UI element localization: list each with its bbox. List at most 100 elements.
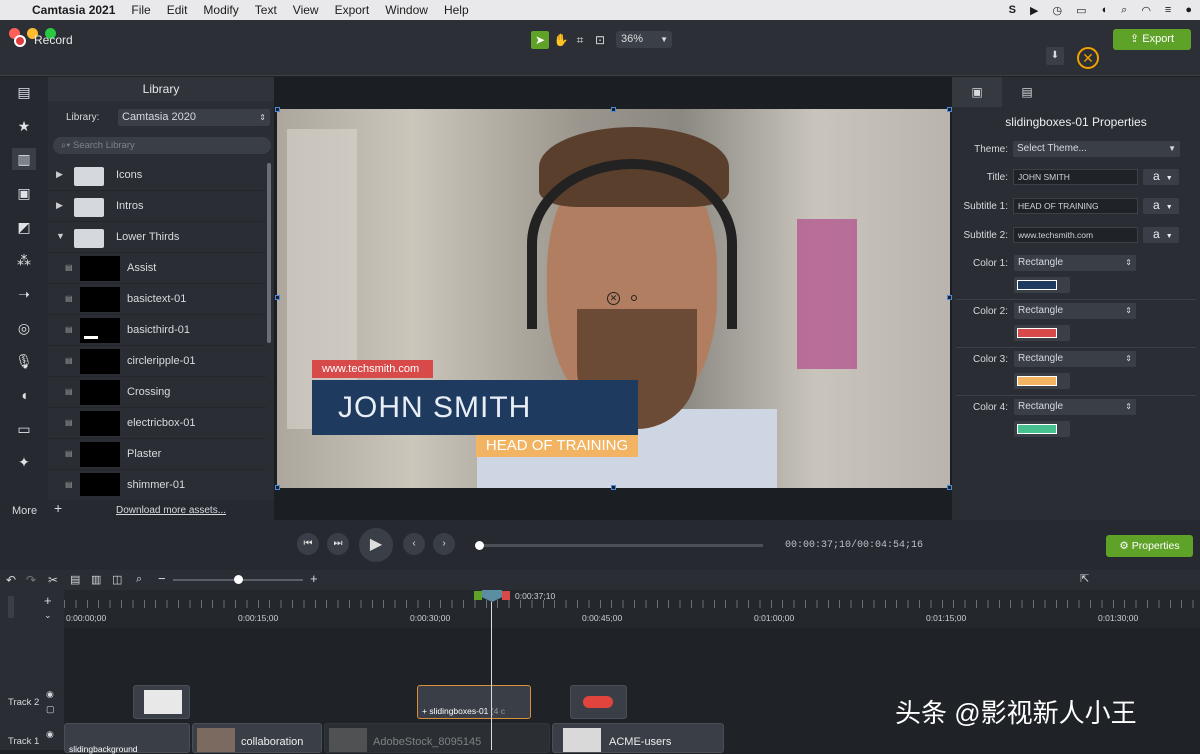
- step-forward-icon[interactable]: ⏭: [327, 533, 349, 555]
- audio-effects-icon[interactable]: ◖: [12, 384, 36, 406]
- battery-icon[interactable]: ▭: [1076, 4, 1086, 17]
- timeline-clip[interactable]: [570, 685, 627, 719]
- out-point-marker[interactable]: [502, 591, 510, 600]
- library-select[interactable]: Camtasia 2020 ⇕: [118, 109, 270, 126]
- behaviors-icon[interactable]: ⁂: [12, 249, 36, 271]
- chevron-down-icon[interactable]: ⌄: [44, 610, 52, 621]
- volume-icon[interactable]: ◖: [1100, 4, 1107, 16]
- track-size-slider[interactable]: [8, 596, 14, 618]
- title-font-button[interactable]: a ▼: [1143, 169, 1179, 185]
- library-scrollbar[interactable]: [267, 163, 271, 343]
- folder-row[interactable]: ▼ Lower Thirds: [48, 222, 266, 253]
- undo-icon[interactable]: ↶: [6, 573, 16, 587]
- eye-icon[interactable]: ◉: [46, 689, 54, 700]
- list-item[interactable]: ▤ shimmer-01: [48, 470, 266, 496]
- timeline-clip[interactable]: [133, 685, 190, 719]
- list-item[interactable]: ▤ Crossing: [48, 377, 266, 408]
- tab-visual-properties[interactable]: ▣: [952, 77, 1002, 107]
- more-button[interactable]: More: [12, 505, 37, 517]
- zoom-icon[interactable]: ⌕: [136, 573, 142, 586]
- playhead-line[interactable]: [491, 602, 492, 750]
- disclosure-icon[interactable]: ▶: [56, 169, 63, 180]
- wifi-icon[interactable]: ◠: [1141, 4, 1151, 17]
- menu-view[interactable]: View: [293, 3, 319, 17]
- color3-select[interactable]: Rectangle ⇕: [1014, 351, 1136, 367]
- scrub-handle[interactable]: [475, 541, 484, 550]
- list-item[interactable]: ▤ basictext-01: [48, 284, 266, 315]
- zoom-select[interactable]: 36% ▼: [616, 31, 672, 48]
- color2-select[interactable]: Rectangle ⇕: [1014, 303, 1136, 319]
- folder-row[interactable]: ▶ Icons: [48, 160, 266, 191]
- list-item[interactable]: ▤ electricbox-01: [48, 408, 266, 439]
- play-icon[interactable]: ▶: [359, 528, 393, 562]
- zoom-slider-handle[interactable]: [234, 575, 243, 584]
- detach-icon[interactable]: ⇱: [1080, 572, 1089, 585]
- timeline-clip[interactable]: collaboration: [192, 723, 322, 753]
- animations-icon[interactable]: ➝: [12, 283, 36, 305]
- color2-swatch[interactable]: [1014, 325, 1070, 341]
- menu-text[interactable]: Text: [255, 3, 277, 17]
- voice-narration-icon[interactable]: 🎙: [12, 350, 36, 372]
- pan-tool-icon[interactable]: ✋: [552, 31, 570, 49]
- media-icon[interactable]: ▤: [12, 81, 36, 103]
- play-status-icon[interactable]: ▶: [1030, 4, 1038, 17]
- download-icon[interactable]: ⬇: [1046, 47, 1064, 65]
- menu-modify[interactable]: Modify: [203, 3, 238, 17]
- subtitle2-font-button[interactable]: a ▼: [1143, 227, 1179, 243]
- in-point-marker[interactable]: [474, 591, 482, 600]
- search-library-input[interactable]: ⌕▾ Search Library: [53, 137, 271, 154]
- app-name[interactable]: Camtasia 2021: [32, 3, 115, 17]
- color4-select[interactable]: Rectangle ⇕: [1014, 399, 1136, 415]
- fit-tool-icon[interactable]: ⊡: [591, 31, 609, 49]
- subtitle1-font-button[interactable]: a ▼: [1143, 198, 1179, 214]
- step-back-icon[interactable]: ⏮: [297, 533, 319, 555]
- control-center-icon[interactable]: ≡: [1165, 4, 1171, 16]
- add-icon[interactable]: +: [54, 500, 62, 516]
- copy-icon[interactable]: ▤: [70, 573, 80, 586]
- timeline-ruler[interactable]: 0:00:00;00 0:00:15;00 0:00:30;00 0:00:45…: [0, 590, 1200, 628]
- transitions-icon[interactable]: ◩: [12, 216, 36, 238]
- zoom-in-icon[interactable]: +: [310, 571, 318, 586]
- cut-icon[interactable]: ✂: [48, 573, 58, 587]
- redo-icon[interactable]: ↷: [26, 573, 36, 587]
- menu-edit[interactable]: Edit: [167, 3, 188, 17]
- time-machine-icon[interactable]: ◷: [1052, 4, 1062, 17]
- list-item[interactable]: ▤ Plaster: [48, 439, 266, 470]
- zoom-out-icon[interactable]: −: [158, 571, 166, 586]
- lock-icon[interactable]: ▢: [46, 704, 55, 715]
- color1-select[interactable]: Rectangle ⇕: [1014, 255, 1136, 271]
- menu-help[interactable]: Help: [444, 3, 469, 17]
- s-icon[interactable]: S: [1009, 4, 1016, 16]
- subtitle2-field[interactable]: www.techsmith.com: [1013, 227, 1138, 243]
- theme-select[interactable]: Select Theme... ▼: [1013, 141, 1180, 157]
- resize-handle[interactable]: [275, 107, 280, 112]
- arrow-tool-icon[interactable]: ➤: [531, 31, 549, 49]
- disclosure-icon[interactable]: ▶: [56, 200, 63, 211]
- list-item[interactable]: ▤ Assist: [48, 253, 266, 284]
- resize-handle[interactable]: [611, 485, 616, 490]
- record-button[interactable]: Record: [34, 33, 73, 47]
- add-track-icon[interactable]: +: [44, 593, 52, 608]
- list-item[interactable]: ▤ circleripple-01: [48, 346, 266, 377]
- split-icon[interactable]: ◫: [112, 573, 122, 586]
- timeline-clip-selected[interactable]: + slidingboxes-01 (4 c: [417, 685, 531, 719]
- resize-handle[interactable]: [611, 107, 616, 112]
- color4-swatch[interactable]: [1014, 421, 1070, 437]
- siri-icon[interactable]: ●: [1185, 4, 1192, 16]
- cursor-effects-icon[interactable]: ◎: [12, 317, 36, 339]
- menu-file[interactable]: File: [131, 3, 150, 17]
- subtitle1-field[interactable]: HEAD OF TRAINING: [1013, 198, 1138, 214]
- download-assets-link[interactable]: Download more assets...: [116, 505, 226, 516]
- next-icon[interactable]: ›: [433, 533, 455, 555]
- resize-handle[interactable]: [275, 295, 280, 300]
- crop-tool-icon[interactable]: ⌗: [571, 31, 589, 49]
- visual-effects-icon[interactable]: ▭: [12, 418, 36, 440]
- techsmith-logo-icon[interactable]: ✕: [1077, 47, 1099, 69]
- menu-window[interactable]: Window: [385, 3, 428, 17]
- paste-icon[interactable]: ▥: [91, 573, 101, 586]
- rotate-handle-icon[interactable]: ✕: [607, 292, 620, 305]
- annotations-icon[interactable]: ▣: [12, 182, 36, 204]
- color1-swatch[interactable]: [1014, 277, 1070, 293]
- previous-icon[interactable]: ‹: [403, 533, 425, 555]
- resize-handle[interactable]: [275, 485, 280, 490]
